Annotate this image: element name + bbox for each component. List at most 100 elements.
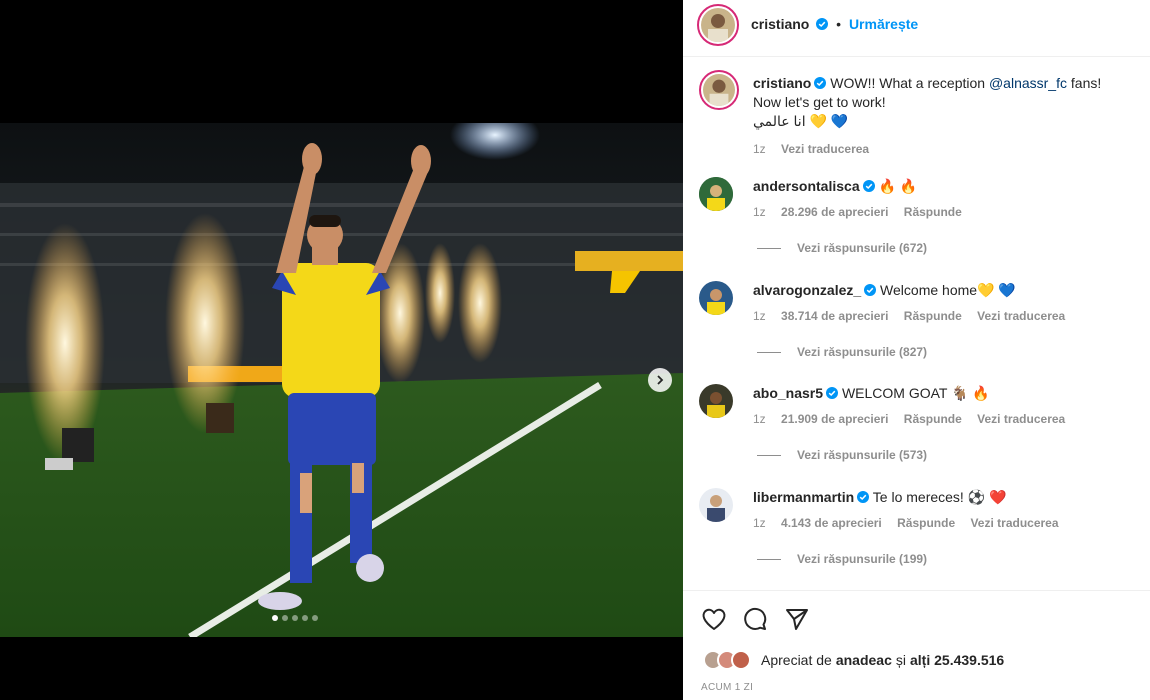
comment-body: libermanmartin Te lo mereces! ⚽ ❤️ 1z 4.…: [753, 488, 1133, 533]
translate-link[interactable]: Vezi traducerea: [977, 309, 1065, 323]
translate-link[interactable]: Vezi traducerea: [781, 142, 869, 156]
comment-icon[interactable]: [743, 607, 767, 631]
header-user: cristiano • Urmărește: [751, 16, 918, 32]
liker-avatar: [731, 650, 751, 670]
comment-username[interactable]: abo_nasr5: [753, 385, 823, 401]
post-timestamp[interactable]: ACUM 1 ZI: [701, 682, 753, 693]
mention-link[interactable]: @alnassr_fc: [989, 75, 1067, 91]
comment-avatar[interactable]: [699, 384, 733, 418]
follow-button[interactable]: Urmărește: [849, 16, 918, 32]
replies-line: [757, 455, 781, 457]
view-replies-label[interactable]: Vezi răspunsurile (573): [797, 448, 927, 462]
verified-icon: [816, 18, 829, 30]
comment-meta: 1z 4.143 de aprecieri Răspunde Vezi trad…: [753, 514, 1133, 533]
comment-username[interactable]: libermanmartin: [753, 489, 854, 505]
view-replies-label[interactable]: Vezi răspunsurile (199): [797, 552, 927, 566]
comment-text: WELCOM GOAT 🐐 🔥: [841, 385, 990, 401]
stadium-photo: [0, 123, 683, 637]
comment-username[interactable]: andersontalisca: [753, 178, 860, 194]
view-replies[interactable]: Vezi răspunsurile (199): [757, 552, 927, 566]
caption-text-end: fans!: [1070, 75, 1102, 91]
avatar-image: [699, 281, 733, 315]
comment-body: andersontalisca 🔥 🔥 1z 28.296 de aprecie…: [753, 177, 1133, 222]
comment-avatar[interactable]: [699, 177, 733, 211]
share-icon[interactable]: [785, 607, 809, 631]
verified-icon: [864, 284, 877, 296]
comment-text: Te lo mereces! ⚽ ❤️: [872, 489, 1007, 505]
carousel-dot: [292, 615, 298, 621]
view-replies[interactable]: Vezi răspunsurile (573): [757, 448, 927, 462]
liker-username[interactable]: anadeac: [836, 652, 892, 668]
comment-text: 🔥 🔥: [878, 178, 918, 194]
chevron-right-icon: [657, 375, 664, 385]
verified-icon: [862, 180, 875, 192]
view-replies[interactable]: Vezi răspunsurile (827): [757, 345, 927, 359]
view-replies-label[interactable]: Vezi răspunsurile (827): [797, 345, 927, 359]
carousel-dot: [272, 615, 278, 621]
post-media: [0, 0, 683, 700]
avatar-image: [699, 384, 733, 418]
likes-and: și: [895, 652, 906, 668]
reply-button[interactable]: Răspunde: [904, 309, 962, 323]
caption-body: cristiano WOW!! What a reception @alnass…: [753, 74, 1133, 159]
comment-username[interactable]: alvarogonzalez_: [753, 282, 861, 298]
caption-avatar[interactable]: [699, 70, 739, 110]
comment-avatar[interactable]: [699, 488, 733, 522]
likes-others[interactable]: alți 25.439.516: [910, 652, 1004, 668]
likes-summary: Apreciat de anadeac și alți 25.439.516: [703, 650, 1004, 670]
comment-likes[interactable]: 38.714 de aprecieri: [781, 309, 888, 323]
action-bar: [683, 590, 1150, 630]
comment-body: alvarogonzalez_ Welcome home💛 💙 1z 38.71…: [753, 281, 1133, 326]
replies-line: [757, 248, 781, 250]
next-slide-button[interactable]: [648, 368, 672, 392]
comment-text: Welcome home💛 💙: [880, 282, 1016, 298]
liker-avatars[interactable]: [703, 650, 755, 670]
separator: •: [836, 16, 842, 32]
caption-line-3: انا عالمي 💛 💙: [753, 113, 849, 129]
avatar-image: [703, 74, 735, 106]
avatar-image: [701, 8, 735, 42]
carousel-dot: [312, 615, 318, 621]
comment-likes[interactable]: 21.909 de aprecieri: [781, 412, 888, 426]
carousel-dot: [302, 615, 308, 621]
post-sidebar: cristiano • Urmărește cristiano WOW!! Wh…: [683, 0, 1150, 700]
verified-icon: [857, 491, 870, 503]
comment-body: abo_nasr5 WELCOM GOAT 🐐 🔥 1z 21.909 de a…: [753, 384, 1133, 429]
comment-age: 1z: [753, 516, 766, 530]
comment-avatar[interactable]: [699, 281, 733, 315]
translate-link[interactable]: Vezi traducerea: [970, 516, 1058, 530]
likes-prefix: Apreciat de: [761, 652, 832, 668]
replies-line: [757, 559, 781, 561]
caption-meta: 1z Vezi traducerea: [753, 140, 1133, 159]
comment-likes[interactable]: 28.296 de aprecieri: [781, 205, 888, 219]
carousel-dot: [282, 615, 288, 621]
caption-username[interactable]: cristiano: [753, 75, 811, 91]
replies-line: [757, 352, 781, 354]
translate-link[interactable]: Vezi traducerea: [977, 412, 1065, 426]
verified-icon: [826, 387, 839, 399]
avatar-image: [699, 177, 733, 211]
avatar-image: [699, 488, 733, 522]
post-photo[interactable]: [0, 123, 683, 637]
reply-button[interactable]: Răspunde: [904, 412, 962, 426]
comment-meta: 1z 21.909 de aprecieri Răspunde Vezi tra…: [753, 410, 1133, 429]
comment-age: 1z: [753, 412, 766, 426]
username[interactable]: cristiano: [751, 16, 809, 32]
post-header: cristiano • Urmărește: [683, 0, 1150, 57]
reply-button[interactable]: Răspunde: [904, 205, 962, 219]
caption-line-2: Now let's get to work!: [753, 94, 886, 110]
caption-text: WOW!! What a reception: [830, 75, 986, 91]
verified-icon: [814, 77, 827, 89]
comment-meta: 1z 28.296 de aprecieri Răspunde: [753, 203, 1133, 222]
view-replies-label[interactable]: Vezi răspunsurile (672): [797, 241, 927, 255]
comment-age: 1z: [753, 205, 766, 219]
caption-age: 1z: [753, 142, 766, 156]
view-replies[interactable]: Vezi răspunsurile (672): [757, 241, 927, 255]
heart-icon[interactable]: [701, 607, 727, 631]
comment-likes[interactable]: 4.143 de aprecieri: [781, 516, 882, 530]
comment-age: 1z: [753, 309, 766, 323]
reply-button[interactable]: Răspunde: [897, 516, 955, 530]
avatar[interactable]: [697, 4, 739, 46]
comment-meta: 1z 38.714 de aprecieri Răspunde Vezi tra…: [753, 307, 1133, 326]
carousel-dots: [272, 615, 318, 621]
